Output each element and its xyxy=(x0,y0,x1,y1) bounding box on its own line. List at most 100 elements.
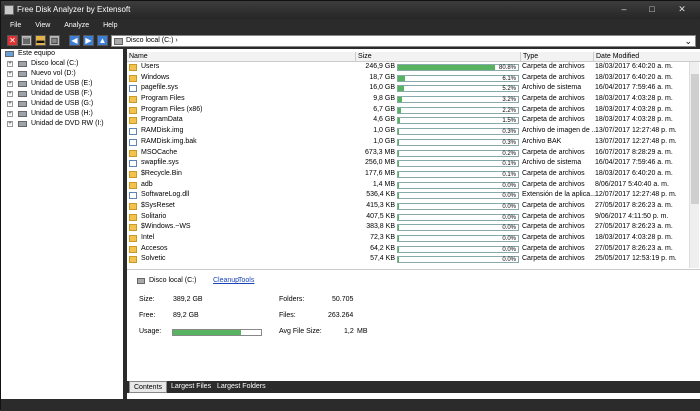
table-row[interactable]: Windows 18,7 GB 6.1% Carpeta de archivos 18/… xyxy=(127,73,687,84)
scrollbar-thumb[interactable] xyxy=(691,74,699,204)
expand-icon[interactable]: + xyxy=(7,71,13,77)
avg-size-unit: MB xyxy=(357,328,368,335)
tree-item[interactable]: + Unidad de USB (E:) xyxy=(1,79,123,89)
table-row[interactable]: $Windows.~WS 383,8 KB 0.0% Carpeta de archi… xyxy=(127,222,687,233)
folder-icon xyxy=(129,245,137,253)
tab-largest-files[interactable]: Largest Files xyxy=(167,381,215,393)
file-icon xyxy=(129,85,137,93)
cleanup-link[interactable]: Cleanup xyxy=(213,277,239,284)
expand-icon[interactable]: + xyxy=(7,101,13,107)
drive-icon xyxy=(18,81,27,87)
expand-icon[interactable]: + xyxy=(7,121,13,127)
menu-file[interactable]: File xyxy=(4,19,27,33)
vertical-scrollbar[interactable] xyxy=(689,62,699,268)
tree-item-label: Unidad de USB (G:) xyxy=(31,100,94,107)
row-size: 1,0 GB xyxy=(373,137,395,145)
tools-link[interactable]: Tools xyxy=(238,277,254,284)
tree-item[interactable]: + Nuevo vol (D:) xyxy=(1,69,123,79)
row-size: 72,3 KB xyxy=(370,234,395,241)
back-icon[interactable]: ◀ xyxy=(69,35,80,46)
maximize-button[interactable]: □ xyxy=(639,3,665,16)
row-size-fill xyxy=(398,139,399,145)
free-label: Free: xyxy=(139,312,156,319)
row-name: SoftwareLog.dll xyxy=(141,191,190,199)
table-row[interactable]: RAMDisk.img.bak 1,0 GB 0.3% Archivo BAK 13/0… xyxy=(127,137,687,148)
column-date[interactable]: Date Modified xyxy=(593,52,689,62)
row-size-fill xyxy=(398,129,399,135)
row-size: 1,0 GB xyxy=(373,127,395,135)
row-size-bar: 0.0% xyxy=(397,256,519,264)
menu-view[interactable]: View xyxy=(29,19,56,33)
tree-item[interactable]: + Disco local (C:) xyxy=(1,59,123,69)
table-row[interactable]: Accesos 64,2 KB 0.0% Carpeta de archivos 27/… xyxy=(127,244,687,255)
expand-icon[interactable]: + xyxy=(7,91,13,97)
row-date: 16/07/2017 8:28:29 a. m. xyxy=(595,148,673,156)
column-size[interactable]: Size xyxy=(355,52,520,62)
tab-largest-folders[interactable]: Largest Folders xyxy=(213,381,270,393)
table-row[interactable]: pagefile.sys 16,0 GB 5.2% Archivo de sistem… xyxy=(127,83,687,94)
table-row[interactable]: ProgramData 4,6 GB 1.5% Carpeta de archivos… xyxy=(127,115,687,126)
up-icon[interactable]: ▲ xyxy=(97,35,108,46)
table-row[interactable]: Solitario 407,5 KB 0.0% Carpeta de archivos… xyxy=(127,212,687,223)
table-row[interactable]: adb 1,4 MB 0.0% Carpeta de archivos 8/06/201… xyxy=(127,180,687,191)
folder-icon xyxy=(129,181,137,189)
column-name[interactable]: Name xyxy=(127,52,148,62)
row-date: 27/05/2017 8:26:23 a. m. xyxy=(595,223,673,231)
tree-item[interactable]: + Unidad de DVD RW (I:) xyxy=(1,119,123,129)
tree-root[interactable]: Este equipo xyxy=(1,49,123,59)
forward-icon[interactable]: ▶ xyxy=(83,35,94,46)
folder-icon[interactable]: ▬ xyxy=(35,35,46,46)
tree-item[interactable]: + Unidad de USB (G:) xyxy=(1,99,123,109)
table-row[interactable]: Program Files 9,8 GB 3.2% Carpeta de archiv… xyxy=(127,94,687,105)
table-row[interactable]: $SysReset 415,3 KB 0.0% Carpeta de archivos… xyxy=(127,201,687,212)
menu-analyze[interactable]: Analyze xyxy=(58,19,95,33)
folder-icon xyxy=(129,64,137,71)
delete-icon[interactable]: ✕ xyxy=(7,35,18,46)
column-type[interactable]: Type xyxy=(520,52,592,62)
row-type: Carpeta de archivos xyxy=(522,255,585,263)
table-row[interactable]: swapfile.sys 256,0 MB 0.1% Archivo de siste… xyxy=(127,158,687,169)
print-icon[interactable]: ▥ xyxy=(49,35,60,46)
tree-item[interactable]: + Unidad de USB (F:) xyxy=(1,89,123,99)
menu-help[interactable]: Help xyxy=(97,19,123,33)
row-date: 16/04/2017 7:59:46 a. m. xyxy=(595,84,673,92)
table-row[interactable]: Program Files (x86) 6,7 GB 2.2% Carpeta de … xyxy=(127,105,687,116)
table-row[interactable]: $Recycle.Bin 177,6 MB 0.1% Carpeta de archi… xyxy=(127,169,687,180)
tree-item[interactable]: + Unidad de USB (H:) xyxy=(1,109,123,119)
table-row[interactable]: Users 246,9 GB 80.8% Carpeta de archivos 18/… xyxy=(127,62,687,73)
close-button[interactable]: ✕ xyxy=(669,3,695,16)
row-size-bar: 5.2% xyxy=(397,85,519,93)
row-type: Carpeta de archivos xyxy=(522,223,585,231)
row-type: Archivo de sistema xyxy=(522,159,582,167)
chevron-down-icon[interactable]: ⌄ xyxy=(684,36,692,46)
row-type: Carpeta de archivos xyxy=(522,148,585,156)
row-size-fill xyxy=(398,193,399,199)
folder-icon xyxy=(129,213,137,221)
avg-size-label: Avg File Size: xyxy=(279,328,322,335)
row-type: Carpeta de archivos xyxy=(522,95,585,103)
address-bar[interactable]: Disco local (C:) › ⌄ xyxy=(111,35,696,47)
table-row[interactable]: Intel 72,3 KB 0.0% Carpeta de archivos 18/03… xyxy=(127,233,687,244)
folder-tree[interactable]: Este equipo + Disco local (C:) + Nuevo vol … xyxy=(1,49,125,399)
minimize-button[interactable]: – xyxy=(611,3,637,16)
row-size-bar: 0.0% xyxy=(397,181,519,189)
table-row[interactable]: RAMDisk.img 1,0 GB 0.3% Archivo de imagen d… xyxy=(127,126,687,137)
expand-icon[interactable]: + xyxy=(7,61,13,67)
tree-item-label: Unidad de USB (H:) xyxy=(31,110,93,117)
folder-icon xyxy=(129,256,137,264)
row-size: 673,3 MB xyxy=(365,148,395,156)
row-type: Archivo de sistema xyxy=(522,84,582,92)
expand-icon[interactable]: + xyxy=(7,81,13,87)
table-row[interactable]: Solvetic 57,4 KB 0.0% Carpeta de archivos 25… xyxy=(127,254,687,265)
row-name: Windows xyxy=(141,73,170,81)
computer-icon xyxy=(5,51,14,57)
properties-icon[interactable]: ▤ xyxy=(21,35,32,46)
table-row[interactable]: SoftwareLog.dll 536,4 KB 0.0% Extensión de … xyxy=(127,190,687,201)
drive-icon xyxy=(18,101,27,107)
table-row[interactable]: MSOCache 673,3 MB 0.2% Carpeta de archivos 1… xyxy=(127,148,687,159)
tab-contents[interactable]: Contents xyxy=(129,381,168,393)
expand-icon[interactable]: + xyxy=(7,111,13,117)
row-size-bar: 0.0% xyxy=(397,192,519,200)
row-type: Carpeta de archivos xyxy=(522,116,585,124)
row-date: 18/03/2017 4:03:28 p. m. xyxy=(595,234,673,241)
